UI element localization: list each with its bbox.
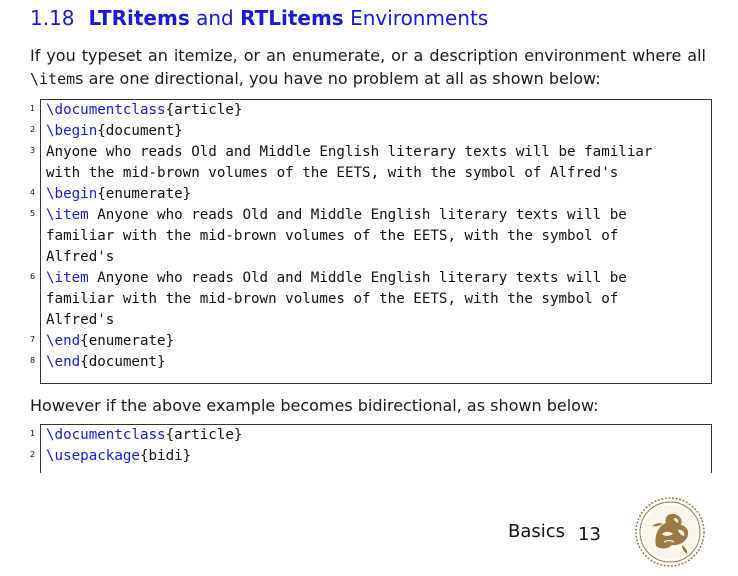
code-line: 4 \begin{enumerate} <box>30 184 711 205</box>
line-number: 7 <box>30 335 36 344</box>
however-paragraph: However if the above example becomes bid… <box>30 396 599 415</box>
line-number: 6 <box>30 272 36 281</box>
code-keyword: \begin <box>46 123 98 139</box>
code-text: familiar with the mid-brown volumes of t… <box>46 291 619 307</box>
code-text: {article} <box>165 427 243 443</box>
code-listing-2: 1 \documentclass{article} 2 \usepackage{bid… <box>30 424 712 473</box>
code-keyword: \item <box>46 207 89 223</box>
code-keyword: \usepackage <box>46 448 140 464</box>
line-number: 8 <box>30 356 36 365</box>
line-number: 5 <box>30 209 36 218</box>
code-text: {bidi} <box>139 448 192 464</box>
code-keyword: \end <box>46 333 81 349</box>
code-line: 1 \documentclass{article} <box>30 425 711 446</box>
code-keyword: \item <box>46 270 89 286</box>
line-number: 2 <box>30 125 36 134</box>
intro-text-a: If you typeset an itemize, or an enumera… <box>30 46 706 65</box>
code-line: 2 \usepackage{bidi} <box>30 446 711 467</box>
code-text: {article} <box>165 102 243 118</box>
line-number: 1 <box>30 429 36 438</box>
code-text: familiar with the mid-brown volumes of t… <box>46 228 619 244</box>
code-text: Anyone who reads Old and Middle English … <box>88 207 627 223</box>
code-line: Alfred's <box>41 247 711 268</box>
line-number: 3 <box>30 146 36 155</box>
code-text: Alfred's <box>46 249 115 265</box>
code-line: 8 \end{document} <box>30 352 711 373</box>
code-line: familiar with the mid-brown volumes of t… <box>41 289 711 310</box>
code-line: 1 \documentclass{article} <box>30 100 711 121</box>
code-text: Alfred's <box>46 312 115 328</box>
code-keyword: \documentclass <box>46 427 166 443</box>
code-keyword: \end <box>46 354 81 370</box>
code-line: 6 \item Anyone who reads Old and Middle E… <box>30 268 711 289</box>
line-number: 2 <box>30 450 36 459</box>
section-title-and: and <box>196 6 234 30</box>
code-text: {document} <box>80 354 166 370</box>
griffin-seal-icon <box>635 497 705 567</box>
section-title-environments: Environments <box>350 6 489 30</box>
section-heading: 1.18 LTRitems and RTLitems Environments <box>30 6 488 30</box>
code-line: familiar with the mid-brown volumes of t… <box>41 226 711 247</box>
page-number: 13 <box>578 524 601 545</box>
intro-paragraph: If you typeset an itemize, or an enumera… <box>30 44 706 91</box>
intro-text-b: s are one directional, you have no probl… <box>75 69 601 88</box>
line-number: 4 <box>30 188 36 197</box>
code-text: {document} <box>97 123 183 139</box>
code-text: {enumerate} <box>97 186 192 202</box>
section-number: 1.18 <box>30 6 75 30</box>
code-line: Alfred's <box>41 310 711 331</box>
code-line: 3 Anyone who reads Old and Middle English… <box>30 142 711 163</box>
code-line: 2 \begin{document} <box>30 121 711 142</box>
code-keyword: \begin <box>46 186 98 202</box>
code-text: Anyone who reads Old and Middle English … <box>46 144 653 160</box>
code-line: 5 \item Anyone who reads Old and Middle E… <box>30 205 711 226</box>
code-text: Anyone who reads Old and Middle English … <box>88 270 627 286</box>
section-title-rtlitems: RTLitems <box>240 6 344 30</box>
code-line: with the mid-brown volumes of the EETS, … <box>41 163 711 184</box>
section-title-ltritems: LTRitems <box>88 6 190 30</box>
code-text: {enumerate} <box>80 333 175 349</box>
intro-inline-code: \item <box>30 70 76 88</box>
code-text: with the mid-brown volumes of the EETS, … <box>46 165 619 181</box>
code-listing-1: 1 \documentclass{article} 2 \begin{document… <box>30 99 712 384</box>
code-line: 7 \end{enumerate} <box>30 331 711 352</box>
code-keyword: \documentclass <box>46 102 166 118</box>
footer-section-label: Basics <box>508 521 566 542</box>
line-number: 1 <box>30 104 36 113</box>
